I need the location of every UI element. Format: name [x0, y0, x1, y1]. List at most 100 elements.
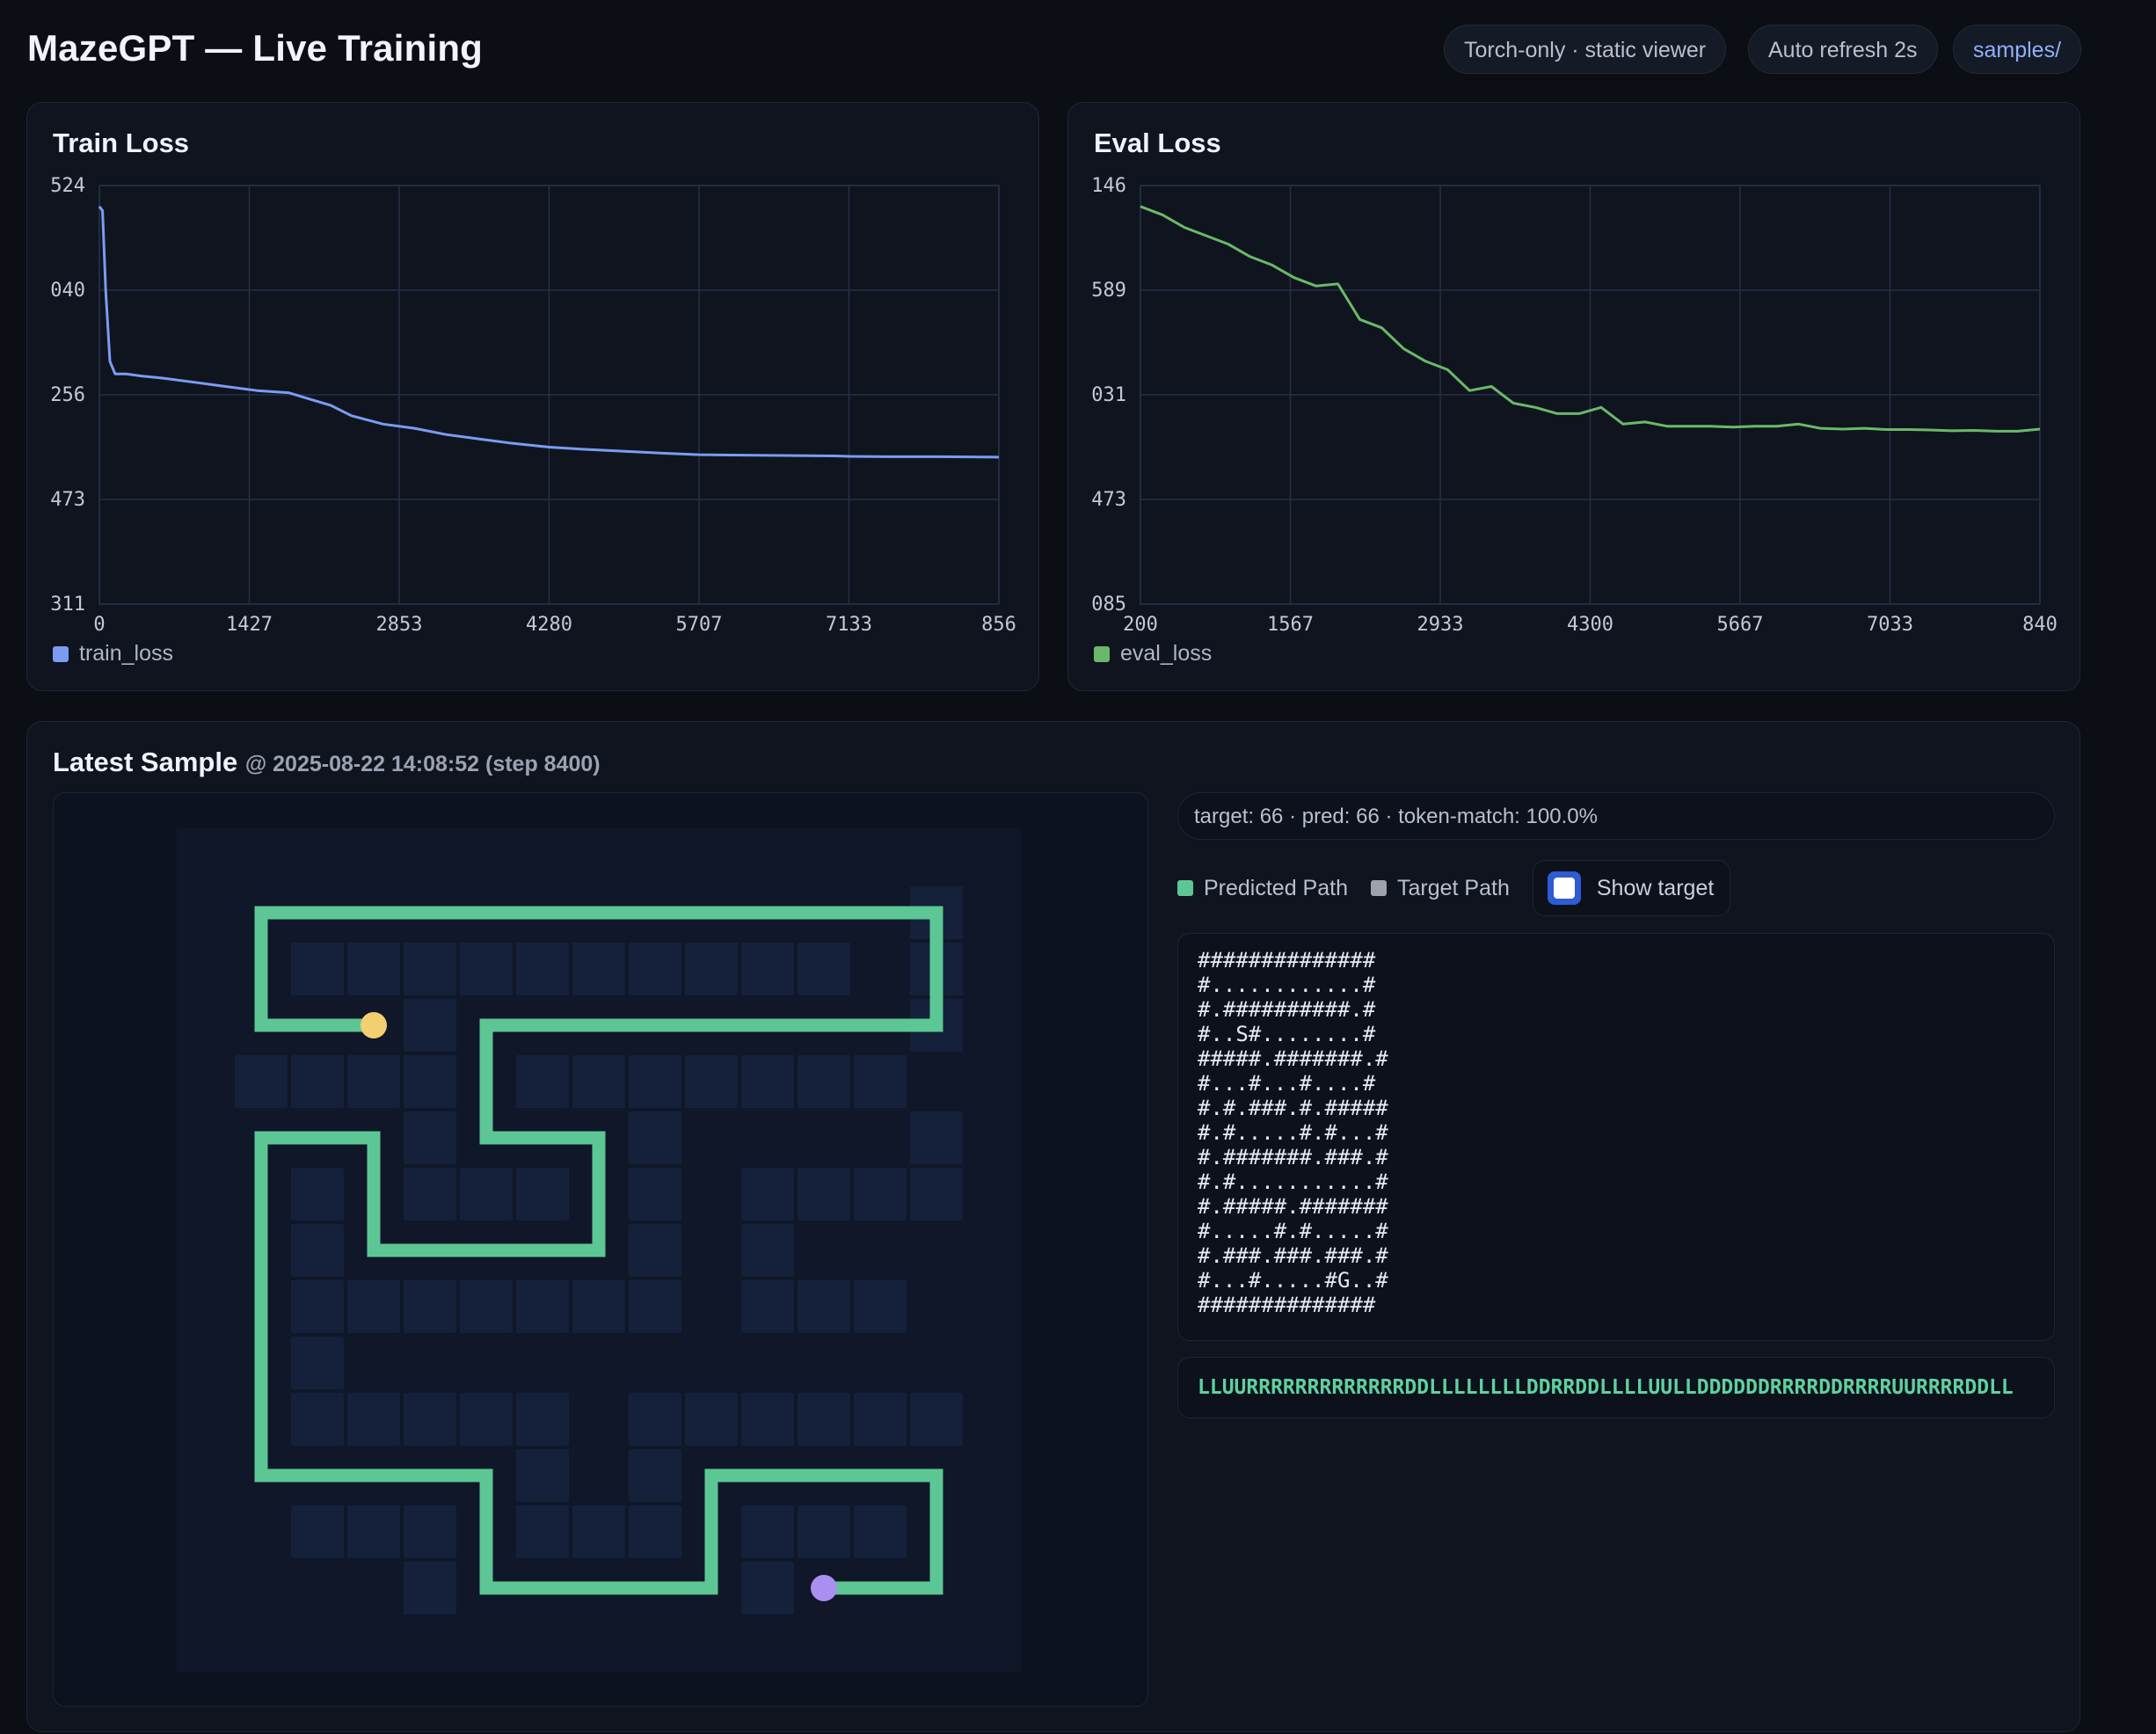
- maze-wall-cell: [629, 1505, 681, 1558]
- maze-wall-cell: [854, 1393, 907, 1446]
- maze-wall-cell: [910, 1111, 963, 1164]
- maze-wall-cell: [404, 1111, 456, 1164]
- eval-loss-y-tick: 473: [1091, 489, 1126, 511]
- maze-wall-cell: [291, 1280, 344, 1333]
- maze-wall-cell: [629, 1280, 681, 1333]
- ascii-row: #.##########.#: [1198, 997, 1376, 1022]
- eval-loss-chart: 200 1567 2933 4300 5667 7033 840 146 589 031 473 08…: [1091, 175, 2058, 636]
- ascii-row: ##############: [1198, 1293, 1376, 1317]
- ascii-row: #.###.###.###.#: [1198, 1243, 1388, 1268]
- maze-wall-cell: [460, 1280, 513, 1333]
- target-path-label: Target Path: [1397, 875, 1510, 900]
- maze-wall-cell: [347, 1280, 400, 1333]
- show-target-toggle[interactable]: Show target: [1532, 860, 1731, 916]
- maze-wall-cell: [741, 1055, 794, 1108]
- sample-heading: Latest Sample @ 2025-08-22 14:08:52 (ste…: [53, 747, 601, 778]
- auto-refresh-pill[interactable]: Auto refresh 2s: [1748, 25, 1938, 74]
- eval-loss-x-tick: 2933: [1417, 614, 1464, 636]
- maze-wall-cell: [741, 1393, 794, 1446]
- train-loss-y-tick: 256: [50, 384, 85, 406]
- eval-loss-x-tick: 200: [1123, 614, 1158, 636]
- eval-loss-x-tick: 7033: [1867, 614, 1913, 636]
- train-loss-x-tick: 2853: [376, 614, 423, 636]
- maze-wall-cell: [741, 943, 794, 995]
- maze-wall-cell: [404, 1505, 456, 1558]
- maze-wall-cell: [741, 1168, 794, 1220]
- ascii-row: #.#####.#######: [1198, 1194, 1388, 1219]
- train-loss-legend: train_loss: [53, 641, 173, 667]
- maze-wall-cell: [629, 1111, 681, 1164]
- eval-loss-y-tick: 031: [1091, 384, 1126, 406]
- maze-wall-cell: [741, 1562, 794, 1614]
- eval-loss-x-tick: 4300: [1567, 614, 1613, 636]
- maze-wall-cell: [291, 1168, 344, 1220]
- goal-marker: [811, 1575, 837, 1601]
- train-loss-x-tick: 4280: [526, 614, 572, 636]
- eval-loss-y-tick: 146: [1091, 175, 1126, 197]
- predicted-path-label: Predicted Path: [1204, 875, 1348, 900]
- eval-loss-swatch: [1094, 645, 1110, 662]
- train-loss-y-tick: 473: [50, 489, 85, 511]
- maze-wall-cell: [854, 1280, 907, 1333]
- samples-link[interactable]: samples/: [1953, 25, 2082, 74]
- maze-wall-cell: [404, 1168, 456, 1220]
- maze-wall-cell: [685, 1055, 738, 1108]
- mode-pill: Torch-only · static viewer: [1444, 25, 1727, 74]
- sample-stats: target: 66 · pred: 66 · token-match: 100…: [1177, 792, 2055, 840]
- maze-wall-cell: [516, 1449, 569, 1502]
- train-loss-x-tick: 1427: [226, 614, 273, 636]
- maze-wall-cell: [854, 1055, 907, 1108]
- maze-wall-cell: [291, 1055, 344, 1108]
- ascii-row: #.....#.#.....#: [1198, 1219, 1388, 1243]
- train-loss-x-tick: 0: [93, 614, 105, 636]
- eval-loss-y-tick: 589: [1091, 280, 1126, 302]
- train-loss-swatch: [53, 645, 69, 662]
- maze-wall-cell: [460, 1393, 513, 1446]
- maze-wall-cell: [291, 1224, 344, 1277]
- predicted-path-swatch: [1177, 880, 1193, 896]
- maze-wall-cell: [798, 1280, 850, 1333]
- maze-wall-cell: [404, 1562, 456, 1614]
- eval-loss-legend-label: eval_loss: [1120, 641, 1213, 666]
- maze-wall-cell: [404, 1055, 456, 1108]
- maze-wall-cell: [572, 1505, 625, 1558]
- maze-canvas: [177, 828, 1021, 1672]
- maze-wall-cell: [798, 943, 850, 995]
- maze-wall-cell: [404, 999, 456, 1052]
- eval-loss-x-tick: 840: [2022, 614, 2058, 636]
- maze-wall-cell: [347, 1055, 400, 1108]
- train-loss-chart: 0 1427 2853 4280 5707 7133 856 524 040 256 473 311: [50, 175, 1016, 636]
- maze-wall-cell: [629, 1168, 681, 1220]
- ascii-row: #...#...#....#: [1198, 1071, 1376, 1096]
- show-target-checkbox[interactable]: [1547, 871, 1581, 905]
- maze-wall-cell: [404, 1280, 456, 1333]
- maze-wall-cell: [854, 1168, 907, 1220]
- app-title: MazeGPT — Live Training: [27, 27, 484, 69]
- ascii-row: #..S#........#: [1198, 1022, 1376, 1046]
- train-loss-y-tick: 040: [50, 280, 85, 302]
- maze-wall-cell: [291, 1505, 344, 1558]
- train-loss-x-tick: 5707: [676, 614, 723, 636]
- maze-wall-cell: [629, 1224, 681, 1277]
- ascii-row: #.#.....#.#...#: [1198, 1120, 1388, 1145]
- maze-wall-cell: [629, 1055, 681, 1108]
- ascii-row: #............#: [1198, 973, 1376, 997]
- maze-wall-cell: [629, 943, 681, 995]
- sample-title: Latest Sample: [53, 747, 238, 777]
- ascii-row: #...#.....#G..#: [1198, 1268, 1388, 1293]
- ascii-row: #.#...........#: [1198, 1169, 1388, 1194]
- maze-wall-cell: [347, 943, 400, 995]
- maze-wall-cell: [516, 943, 569, 995]
- maze-wall-cell: [516, 1280, 569, 1333]
- maze-wall-cell: [404, 943, 456, 995]
- maze-wall-cell: [629, 1449, 681, 1502]
- maze-wall-cell: [798, 1168, 850, 1220]
- maze-wall-cell: [516, 1505, 569, 1558]
- maze-wall-cell: [516, 1168, 569, 1220]
- train-loss-x-tick: 856: [981, 614, 1016, 636]
- ascii-row: #.#.###.#.#####: [1198, 1096, 1388, 1120]
- maze-wall-cell: [854, 1505, 907, 1558]
- maze-wall-cell: [404, 1393, 456, 1446]
- maze-wall-cell: [741, 1505, 794, 1558]
- predicted-path-legend: Predicted Path: [1177, 876, 1348, 901]
